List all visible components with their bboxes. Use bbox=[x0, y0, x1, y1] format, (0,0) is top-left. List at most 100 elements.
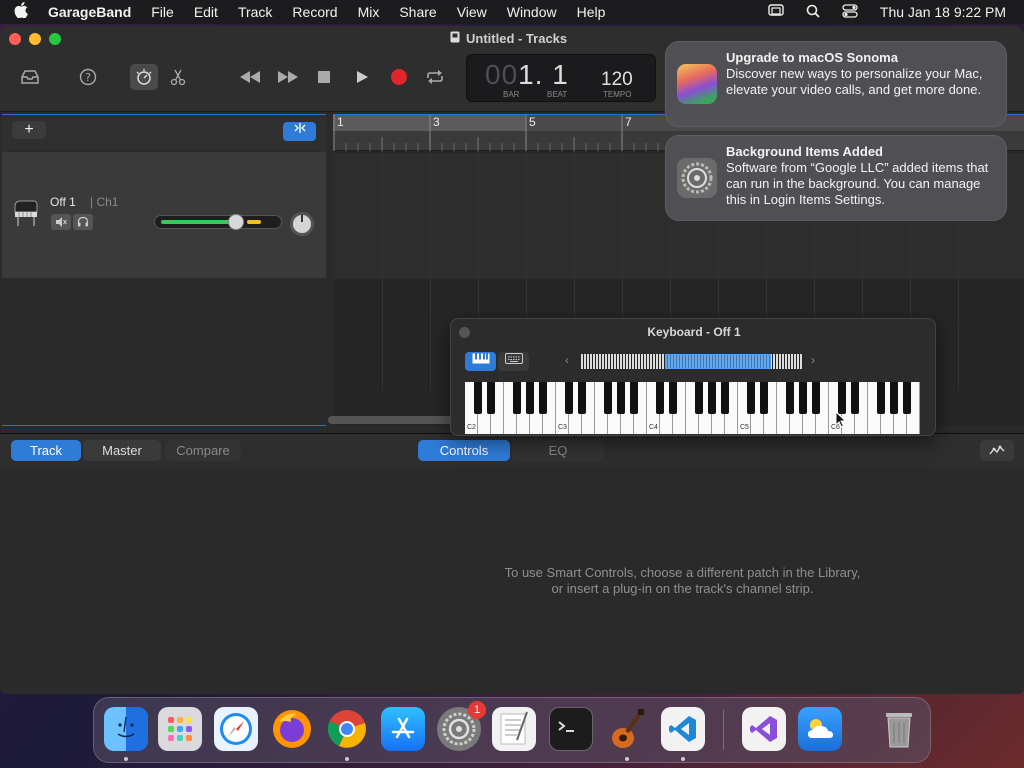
record-icon[interactable] bbox=[385, 64, 413, 90]
black-key[interactable] bbox=[721, 382, 729, 414]
launchpad-icon[interactable] bbox=[158, 707, 202, 751]
black-key[interactable] bbox=[695, 382, 703, 414]
solo-button[interactable] bbox=[73, 214, 93, 230]
running-indicator bbox=[681, 757, 685, 761]
keyboard-range-selection[interactable] bbox=[665, 354, 771, 369]
keyboard-window[interactable]: Keyboard - Off 1 ‹ › C2 C3 C4 C5 C6 bbox=[450, 318, 936, 436]
smart-controls-message-line1: To use Smart Controls, choose a differen… bbox=[504, 565, 861, 580]
black-key[interactable] bbox=[630, 382, 638, 414]
track-row[interactable]: Off 1 | Ch1 bbox=[2, 152, 326, 278]
finder-icon[interactable] bbox=[104, 707, 148, 751]
black-key[interactable] bbox=[656, 382, 664, 414]
menu-share[interactable]: Share bbox=[399, 4, 436, 20]
quick-help-icon[interactable]: ? bbox=[74, 64, 102, 90]
tab-track[interactable]: Track bbox=[11, 440, 81, 461]
black-key[interactable] bbox=[903, 382, 911, 414]
black-key[interactable] bbox=[578, 382, 586, 414]
black-key[interactable] bbox=[617, 382, 625, 414]
black-key[interactable] bbox=[708, 382, 716, 414]
black-key[interactable] bbox=[487, 382, 495, 414]
play-icon[interactable] bbox=[348, 64, 376, 90]
chrome-icon[interactable] bbox=[325, 707, 369, 751]
textedit-icon[interactable] bbox=[492, 707, 536, 751]
menu-record[interactable]: Record bbox=[292, 4, 337, 20]
smart-controls-icon[interactable] bbox=[130, 64, 158, 90]
pan-knob[interactable] bbox=[290, 212, 314, 236]
apple-menu-icon[interactable] bbox=[14, 2, 28, 22]
track-list-empty-area[interactable] bbox=[2, 278, 326, 426]
menu-edit[interactable]: Edit bbox=[194, 4, 218, 20]
vscode-icon[interactable] bbox=[661, 707, 705, 751]
firefox-icon[interactable] bbox=[270, 707, 314, 751]
black-key[interactable] bbox=[474, 382, 482, 414]
black-key[interactable] bbox=[513, 382, 521, 414]
black-key[interactable] bbox=[786, 382, 794, 414]
volume-slider[interactable] bbox=[154, 214, 282, 230]
tab-master[interactable]: Master bbox=[83, 440, 161, 461]
screen-mirroring-icon[interactable] bbox=[768, 3, 784, 21]
cycle-icon[interactable] bbox=[421, 64, 449, 90]
rewind-icon[interactable] bbox=[236, 64, 264, 90]
mute-button[interactable] bbox=[51, 214, 71, 230]
black-key[interactable] bbox=[526, 382, 534, 414]
black-key[interactable] bbox=[565, 382, 573, 414]
control-center-icon[interactable] bbox=[842, 3, 858, 21]
volume-slider-thumb[interactable] bbox=[228, 214, 244, 230]
terminal-icon[interactable] bbox=[549, 707, 593, 751]
black-key[interactable] bbox=[812, 382, 820, 414]
tab-controls[interactable]: Controls bbox=[418, 440, 510, 461]
black-key[interactable] bbox=[760, 382, 768, 414]
lcd-display[interactable]: 001. 1 BAR BEAT 120 TEMPO bbox=[466, 54, 656, 102]
menu-file[interactable]: File bbox=[151, 4, 174, 20]
fast-forward-icon[interactable] bbox=[274, 64, 302, 90]
black-key[interactable] bbox=[877, 382, 885, 414]
keyboard-range-overview[interactable] bbox=[581, 354, 803, 369]
notification-sonoma[interactable]: Upgrade to macOS Sonoma Discover new way… bbox=[665, 41, 1007, 127]
add-track-button[interactable]: + bbox=[12, 121, 46, 139]
zoom-window-button[interactable] bbox=[49, 33, 61, 45]
trash-icon[interactable] bbox=[877, 707, 921, 751]
horizontal-scrollbar[interactable] bbox=[328, 416, 468, 424]
tab-eq[interactable]: EQ bbox=[512, 440, 604, 461]
tab-compare[interactable]: Compare bbox=[165, 440, 241, 461]
running-indicator bbox=[345, 757, 349, 761]
minimize-window-button[interactable] bbox=[29, 33, 41, 45]
clock-datetime[interactable]: Thu Jan 18 9:22 PM bbox=[880, 4, 1006, 20]
black-key[interactable] bbox=[539, 382, 547, 414]
menu-help[interactable]: Help bbox=[577, 4, 606, 20]
notification-background-items[interactable]: Background Items Added Software from “Go… bbox=[665, 135, 1007, 221]
track-name[interactable]: Off 1 bbox=[50, 195, 76, 209]
garageband-dock-icon[interactable] bbox=[605, 707, 649, 751]
musical-typing-mode-button[interactable] bbox=[498, 352, 529, 371]
menu-app-name[interactable]: GarageBand bbox=[48, 4, 131, 20]
safari-icon[interactable] bbox=[214, 707, 258, 751]
app-store-icon[interactable] bbox=[381, 707, 425, 751]
menu-track[interactable]: Track bbox=[238, 4, 272, 20]
black-key[interactable] bbox=[838, 382, 846, 414]
search-icon[interactable] bbox=[806, 4, 820, 21]
lcd-tempo[interactable]: 120 bbox=[601, 69, 633, 91]
grid-line bbox=[382, 151, 383, 391]
octave-right-chevron-icon[interactable]: › bbox=[811, 353, 815, 367]
smart-controls-inspector-button[interactable] bbox=[980, 440, 1014, 461]
black-key[interactable] bbox=[747, 382, 755, 414]
close-window-button[interactable] bbox=[9, 33, 21, 45]
octave-left-chevron-icon[interactable]: ‹ bbox=[565, 353, 569, 367]
scissors-icon[interactable] bbox=[164, 64, 192, 90]
library-icon[interactable] bbox=[16, 64, 44, 90]
stop-icon[interactable] bbox=[310, 64, 338, 90]
black-key[interactable] bbox=[669, 382, 677, 414]
weather-icon[interactable] bbox=[798, 707, 842, 751]
visual-studio-icon[interactable] bbox=[742, 707, 786, 751]
piano-keyboard-mode-button[interactable] bbox=[465, 352, 496, 371]
menu-mix[interactable]: Mix bbox=[358, 4, 380, 20]
menu-view[interactable]: View bbox=[457, 4, 487, 20]
menu-window[interactable]: Window bbox=[507, 4, 557, 20]
catch-playhead-button[interactable] bbox=[283, 122, 316, 141]
black-key[interactable] bbox=[604, 382, 612, 414]
dock-divider bbox=[723, 710, 724, 750]
black-key[interactable] bbox=[851, 382, 859, 414]
piano-keyboard[interactable]: C2 C3 C4 C5 C6 bbox=[465, 382, 920, 434]
black-key[interactable] bbox=[890, 382, 898, 414]
black-key[interactable] bbox=[799, 382, 807, 414]
